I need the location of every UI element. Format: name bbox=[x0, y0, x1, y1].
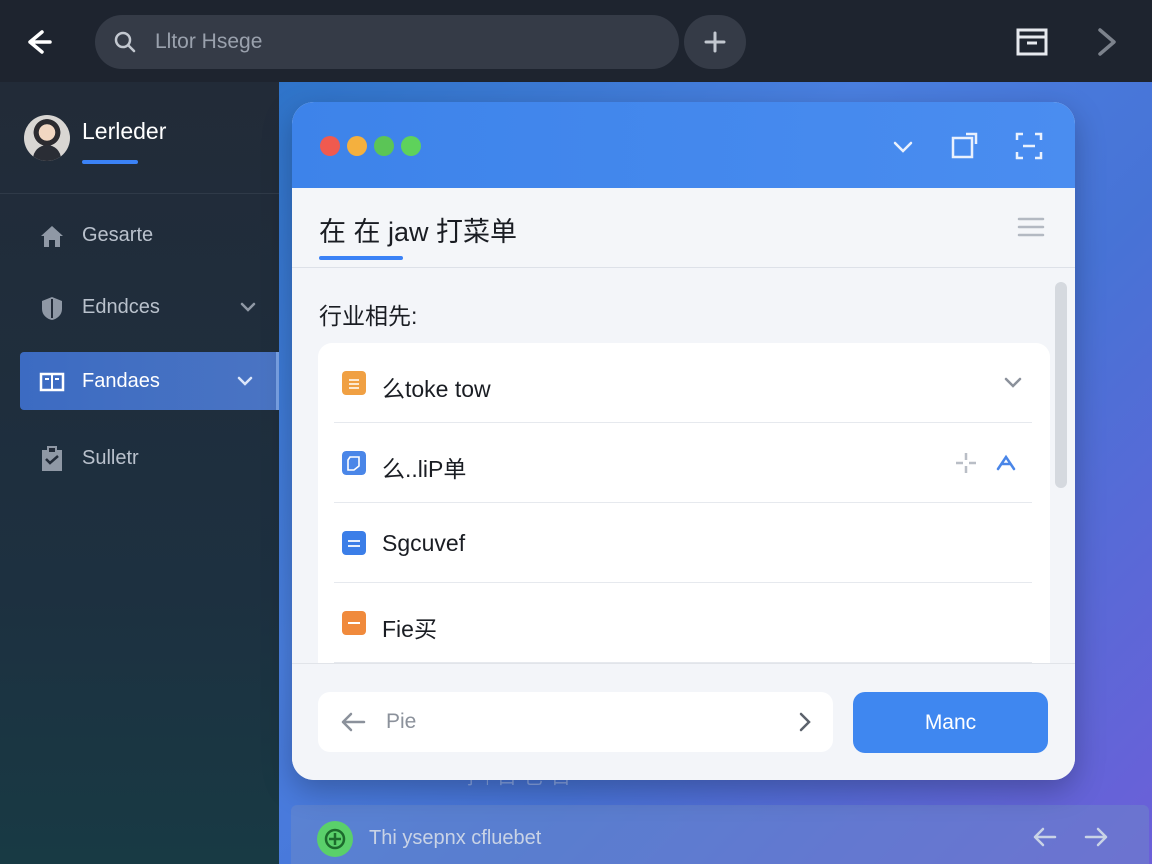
bottom-bar-text: Thi ysepnx cfluebet bbox=[369, 827, 542, 849]
sidebar-item-label: Gesarte bbox=[82, 224, 154, 246]
chevron-down-icon[interactable] bbox=[1002, 371, 1024, 393]
pager-field[interactable]: Pie bbox=[318, 692, 833, 752]
add-button[interactable] bbox=[684, 15, 746, 69]
forward-button[interactable] bbox=[1090, 24, 1122, 60]
chevron-right-icon bbox=[1098, 28, 1116, 56]
chevron-down-icon bbox=[237, 376, 253, 386]
dialog-title-bar: 在 在 jaw 打菜单 bbox=[292, 188, 1075, 268]
section-label: 行业相先: bbox=[319, 303, 418, 329]
search-input[interactable] bbox=[155, 15, 655, 69]
home-icon bbox=[41, 226, 63, 247]
chevron-right-icon[interactable] bbox=[797, 711, 813, 733]
dialog-footer: Pie Manc bbox=[292, 663, 1075, 780]
title-underline bbox=[319, 256, 403, 260]
plus-icon bbox=[704, 31, 726, 53]
plus-icon bbox=[324, 828, 346, 850]
bottom-bar: Thi ysepnx cfluebet bbox=[291, 805, 1149, 864]
back-button[interactable] bbox=[20, 24, 56, 60]
list-item-label: Fie买 bbox=[382, 616, 437, 642]
sidebar-item-edndces[interactable]: Edndces bbox=[20, 278, 279, 336]
document-icon bbox=[342, 371, 366, 395]
search-bar[interactable] bbox=[95, 15, 679, 69]
menu-icon[interactable] bbox=[1017, 215, 1045, 239]
chevron-down-icon bbox=[240, 302, 256, 312]
arrow-left-icon[interactable] bbox=[1031, 825, 1057, 849]
pop-out-icon[interactable] bbox=[948, 130, 980, 162]
note-icon bbox=[342, 451, 366, 475]
pin-icon[interactable] bbox=[994, 451, 1018, 475]
list-icon bbox=[342, 531, 366, 555]
sidebar-item-label: Fandaes bbox=[82, 370, 160, 392]
list-item-label: 么..liP单 bbox=[382, 456, 467, 482]
top-bar bbox=[0, 0, 1152, 82]
arrow-right-icon[interactable] bbox=[1084, 825, 1110, 849]
list-item[interactable]: 么..liP单 bbox=[334, 423, 1032, 503]
profile-section: Lerleder bbox=[0, 82, 279, 194]
arrow-left-icon bbox=[28, 30, 52, 54]
clipboard-icon bbox=[42, 446, 62, 471]
primary-button[interactable]: Manc bbox=[853, 692, 1048, 753]
sidebar-item-label: Sulletr bbox=[82, 447, 139, 469]
scrollbar[interactable] bbox=[1055, 282, 1067, 488]
pager-text: Pie bbox=[386, 710, 417, 733]
sidebar-item-sulletr[interactable]: Sulletr bbox=[20, 429, 279, 487]
list-item-label: Sgcuvef bbox=[382, 530, 466, 556]
list-item[interactable]: 么toke tow bbox=[334, 343, 1032, 423]
sidebar-item-label: Edndces bbox=[82, 296, 160, 318]
dialog-title: 在 在 jaw 打菜单 bbox=[319, 217, 518, 247]
window-extra-dot[interactable] bbox=[401, 136, 421, 156]
archive-button[interactable] bbox=[1014, 24, 1050, 60]
fullscreen-icon[interactable] bbox=[1013, 130, 1045, 162]
item-list: 么toke tow 么..liP单 Sgcuvef Fie买 bbox=[318, 343, 1050, 673]
move-icon[interactable] bbox=[954, 451, 978, 475]
shield-icon bbox=[42, 297, 62, 320]
list-item[interactable]: Sgcuvef bbox=[334, 503, 1032, 583]
list-item-label: 么toke tow bbox=[382, 376, 491, 402]
dialog-window: 在 在 jaw 打菜单 行业相先: 么toke tow 么..liP单 Sgcu… bbox=[292, 102, 1075, 780]
profile-underline bbox=[82, 160, 138, 164]
sidebar-item-gesarte[interactable]: Gesarte bbox=[20, 206, 279, 264]
window-minimize-dot[interactable] bbox=[347, 136, 367, 156]
window-maximize-dot[interactable] bbox=[374, 136, 394, 156]
archive-icon bbox=[1016, 28, 1048, 56]
avatar[interactable] bbox=[24, 115, 70, 161]
chevron-down-icon[interactable] bbox=[887, 130, 919, 162]
sidebar: Lerleder Gesarte Edndces Fandaes Sulletr bbox=[0, 82, 279, 864]
book-icon bbox=[39, 372, 65, 392]
add-circle-button[interactable] bbox=[317, 821, 353, 857]
sidebar-item-fandaes[interactable]: Fandaes bbox=[20, 352, 279, 410]
dialog-header bbox=[292, 102, 1075, 188]
arrow-left-icon[interactable] bbox=[340, 711, 366, 733]
search-icon bbox=[114, 31, 136, 53]
file-icon bbox=[342, 611, 366, 635]
window-close-dot[interactable] bbox=[320, 136, 340, 156]
profile-name: Lerleder bbox=[82, 118, 167, 144]
list-item[interactable]: Fie买 bbox=[334, 583, 1032, 663]
